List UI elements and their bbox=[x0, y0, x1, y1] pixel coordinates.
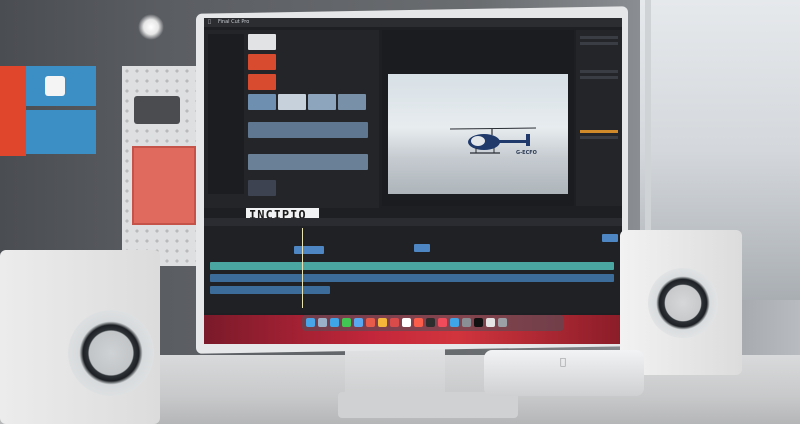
inspector-row bbox=[580, 70, 618, 73]
files-icon[interactable] bbox=[486, 318, 495, 327]
photos-icon[interactable] bbox=[378, 318, 387, 327]
settings-icon[interactable] bbox=[462, 318, 471, 327]
inspector-panel bbox=[576, 30, 622, 206]
shelf-books bbox=[0, 60, 100, 160]
menu-bar:  Final Cut Pro bbox=[204, 18, 622, 27]
clip-thumb[interactable] bbox=[248, 180, 276, 196]
timeline-audio-track[interactable] bbox=[210, 286, 330, 294]
apple-icon:  bbox=[556, 357, 570, 368]
blue-box-2 bbox=[26, 110, 96, 154]
timeline-audio-track[interactable] bbox=[210, 274, 614, 282]
lamp-icon bbox=[138, 14, 164, 40]
inspector-row bbox=[580, 42, 618, 45]
viewer-frame: G-ECFO bbox=[388, 74, 568, 194]
viewer-panel: G-ECFO bbox=[382, 30, 574, 206]
box-label bbox=[45, 76, 65, 96]
inspector-highlight[interactable] bbox=[580, 130, 618, 133]
speaker-driver bbox=[648, 268, 718, 338]
calendar-icon[interactable] bbox=[390, 318, 399, 327]
menu-app-name: Final Cut Pro bbox=[218, 19, 250, 25]
maps-icon[interactable] bbox=[366, 318, 375, 327]
messages-icon[interactable] bbox=[342, 318, 351, 327]
timeline-clip[interactable] bbox=[294, 246, 324, 254]
monitor-screen:  Final Cut Pro INCIPIO bbox=[204, 18, 622, 344]
podcasts-icon[interactable] bbox=[438, 318, 447, 327]
launchpad-icon[interactable] bbox=[318, 318, 327, 327]
timeline-toolbar bbox=[204, 218, 622, 226]
clip-thumb[interactable] bbox=[248, 154, 368, 170]
fcp-icon[interactable] bbox=[474, 318, 483, 327]
trash-icon[interactable] bbox=[498, 318, 507, 327]
clip-thumb[interactable] bbox=[248, 122, 368, 138]
timeline-clip[interactable] bbox=[602, 234, 618, 242]
clip-thumb[interactable] bbox=[248, 74, 276, 90]
pink-book bbox=[132, 146, 196, 225]
inspector-row bbox=[580, 36, 618, 39]
speaker-driver bbox=[68, 310, 154, 396]
clip-thumb[interactable] bbox=[308, 94, 336, 110]
finder-icon[interactable] bbox=[306, 318, 315, 327]
dock bbox=[302, 315, 564, 331]
tv-icon[interactable] bbox=[426, 318, 435, 327]
app-store-icon[interactable] bbox=[450, 318, 459, 327]
pegboard-cup bbox=[134, 96, 180, 124]
mail-icon[interactable] bbox=[354, 318, 363, 327]
inspector-row bbox=[580, 76, 618, 79]
timeline[interactable] bbox=[204, 218, 622, 313]
apple-icon:  bbox=[208, 18, 211, 27]
clip-thumb[interactable] bbox=[248, 94, 276, 110]
helicopter-registration: G-ECFO bbox=[516, 150, 537, 156]
clip-thumb[interactable] bbox=[248, 54, 276, 70]
inspector-row bbox=[580, 136, 618, 139]
orange-box bbox=[0, 66, 26, 156]
clip-thumb[interactable] bbox=[338, 94, 366, 110]
music-icon[interactable] bbox=[414, 318, 423, 327]
timeline-primary-storyline[interactable] bbox=[210, 262, 614, 270]
browser-panel: INCIPIO bbox=[204, 30, 379, 223]
playhead[interactable] bbox=[302, 228, 303, 308]
clip-thumb[interactable] bbox=[278, 94, 306, 110]
viewer-title bbox=[382, 32, 574, 40]
notes-icon[interactable] bbox=[402, 318, 411, 327]
timeline-clip[interactable] bbox=[414, 244, 430, 252]
clip-thumb[interactable] bbox=[248, 34, 276, 50]
library-sidebar bbox=[208, 34, 244, 194]
safari-icon[interactable] bbox=[330, 318, 339, 327]
